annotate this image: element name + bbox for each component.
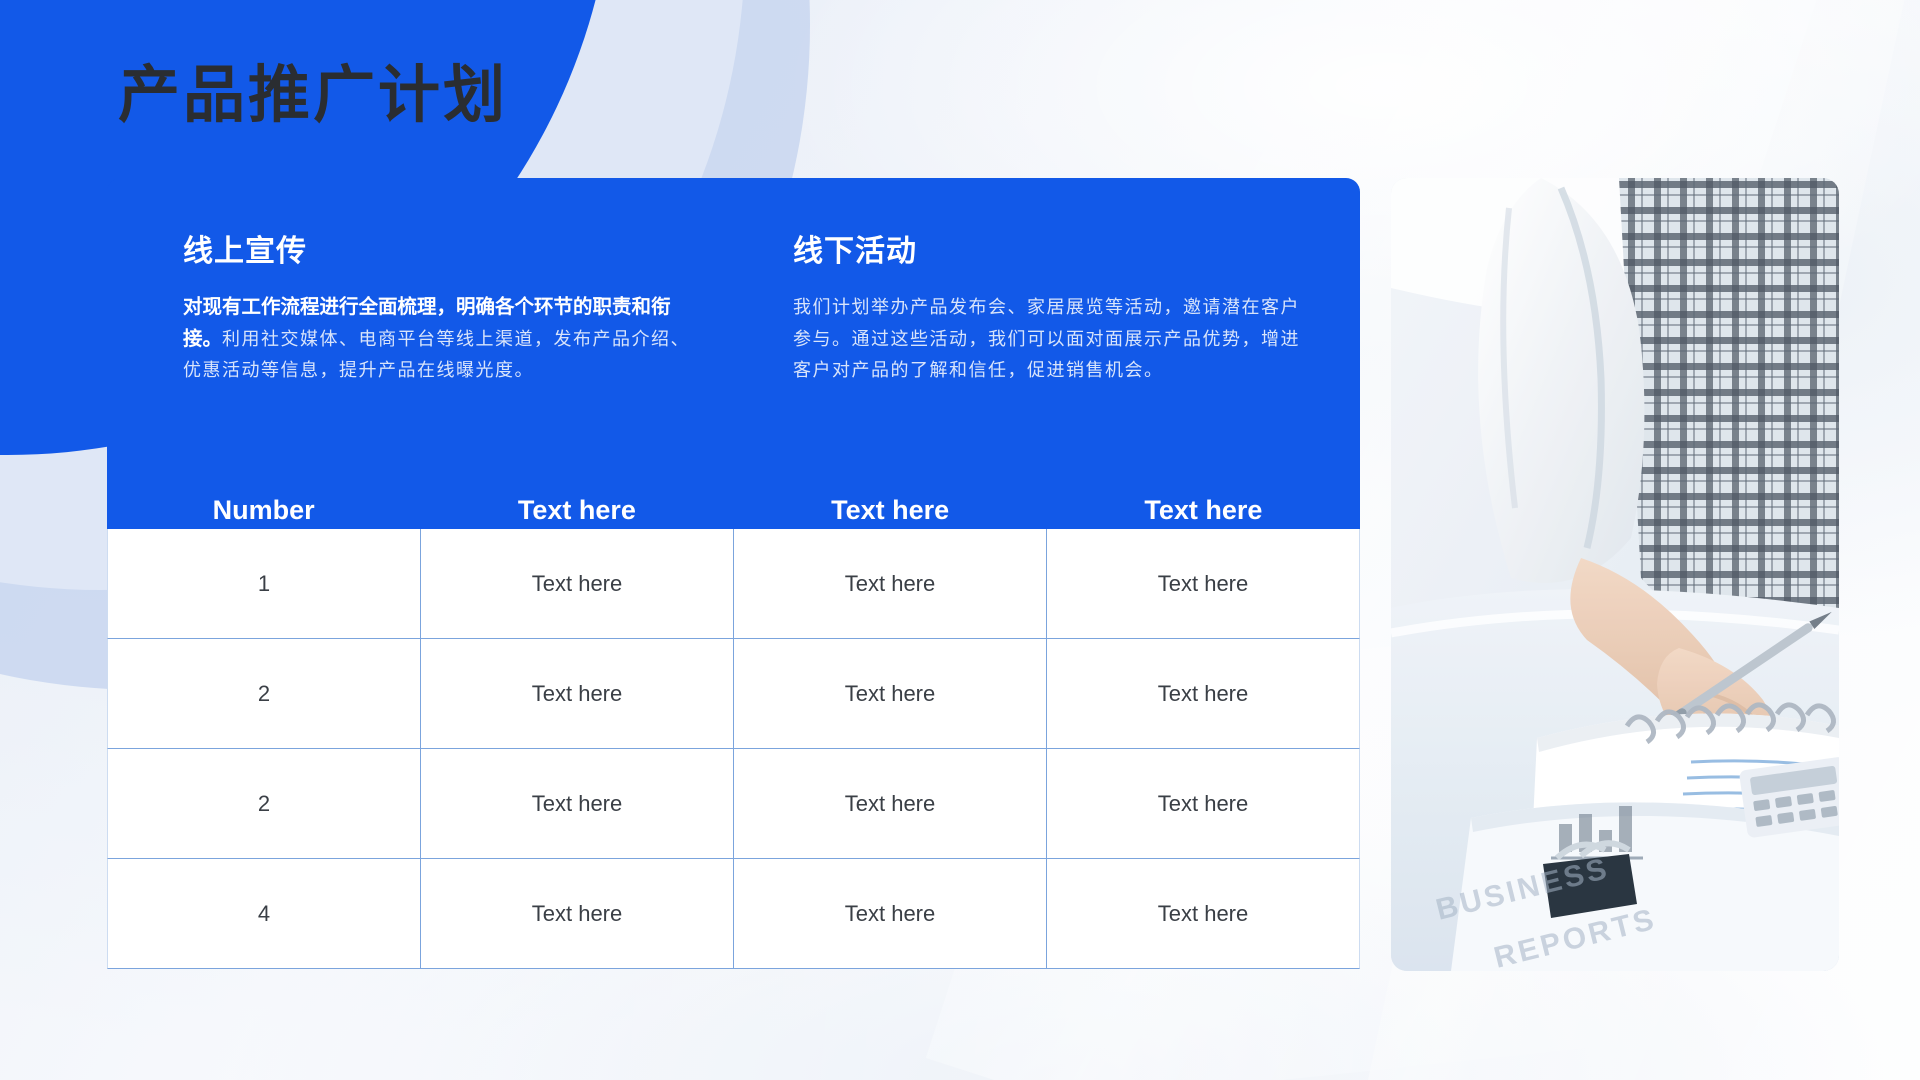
- table-row: 4 Text here Text here Text here: [107, 859, 1360, 969]
- column-paragraph-rest: 我们计划举办产品发布会、家居展览等活动，邀请潜在客户参与。通过这些活动，我们可以…: [793, 297, 1300, 382]
- table-cell: Text here: [421, 859, 734, 969]
- table-row: 2 Text here Text here Text here: [107, 639, 1360, 749]
- photo-desk-writing: BUSINESS REPORTS: [1391, 178, 1839, 971]
- column-paragraph-rest: 利用社交媒体、电商平台等线上渠道，发布产品介绍、优惠活动等信息，提升产品在线曝光…: [183, 328, 691, 382]
- table-cell: Text here: [1047, 639, 1360, 749]
- column-paragraph: 我们计划举办产品发布会、家居展览等活动，邀请潜在客户参与。通过这些活动，我们可以…: [793, 292, 1305, 387]
- table-cell: Text here: [421, 529, 734, 639]
- table-cell: Text here: [1047, 529, 1360, 639]
- table-cell-number: 2: [107, 639, 421, 749]
- table-cell: Text here: [734, 749, 1047, 859]
- table-cell: Text here: [1047, 749, 1360, 859]
- table-cell-number: 4: [107, 859, 421, 969]
- table-cell: Text here: [734, 529, 1047, 639]
- table-cell-number: 1: [107, 529, 421, 639]
- data-table: Number Text here Text here Text here 1 T…: [107, 455, 1360, 969]
- photo-illustration: BUSINESS REPORTS: [1391, 178, 1839, 971]
- slide-canvas: 产品推广计划 线上宣传 对现有工作流程进行全面梳理，明确各个环节的职责和衔接。利…: [0, 0, 1920, 1080]
- table-cell: Text here: [1047, 859, 1360, 969]
- column-heading: 线下活动: [793, 235, 917, 268]
- page-title: 产品推广计划: [118, 61, 509, 130]
- table-cell-number: 2: [107, 749, 421, 859]
- table-cell: Text here: [734, 639, 1047, 749]
- table-row: 2 Text here Text here Text here: [107, 749, 1360, 859]
- table-header-row: Number Text here Text here Text here: [107, 455, 1360, 529]
- table-cell: Text here: [421, 749, 734, 859]
- table-row: 1 Text here Text here Text here: [107, 529, 1360, 639]
- table-cell: Text here: [734, 859, 1047, 969]
- table-cell: Text here: [421, 639, 734, 749]
- table-body: 1 Text here Text here Text here 2 Text h…: [107, 529, 1360, 969]
- column-heading: 线上宣传: [183, 235, 307, 268]
- column-paragraph: 对现有工作流程进行全面梳理，明确各个环节的职责和衔接。利用社交媒体、电商平台等线…: [183, 292, 695, 387]
